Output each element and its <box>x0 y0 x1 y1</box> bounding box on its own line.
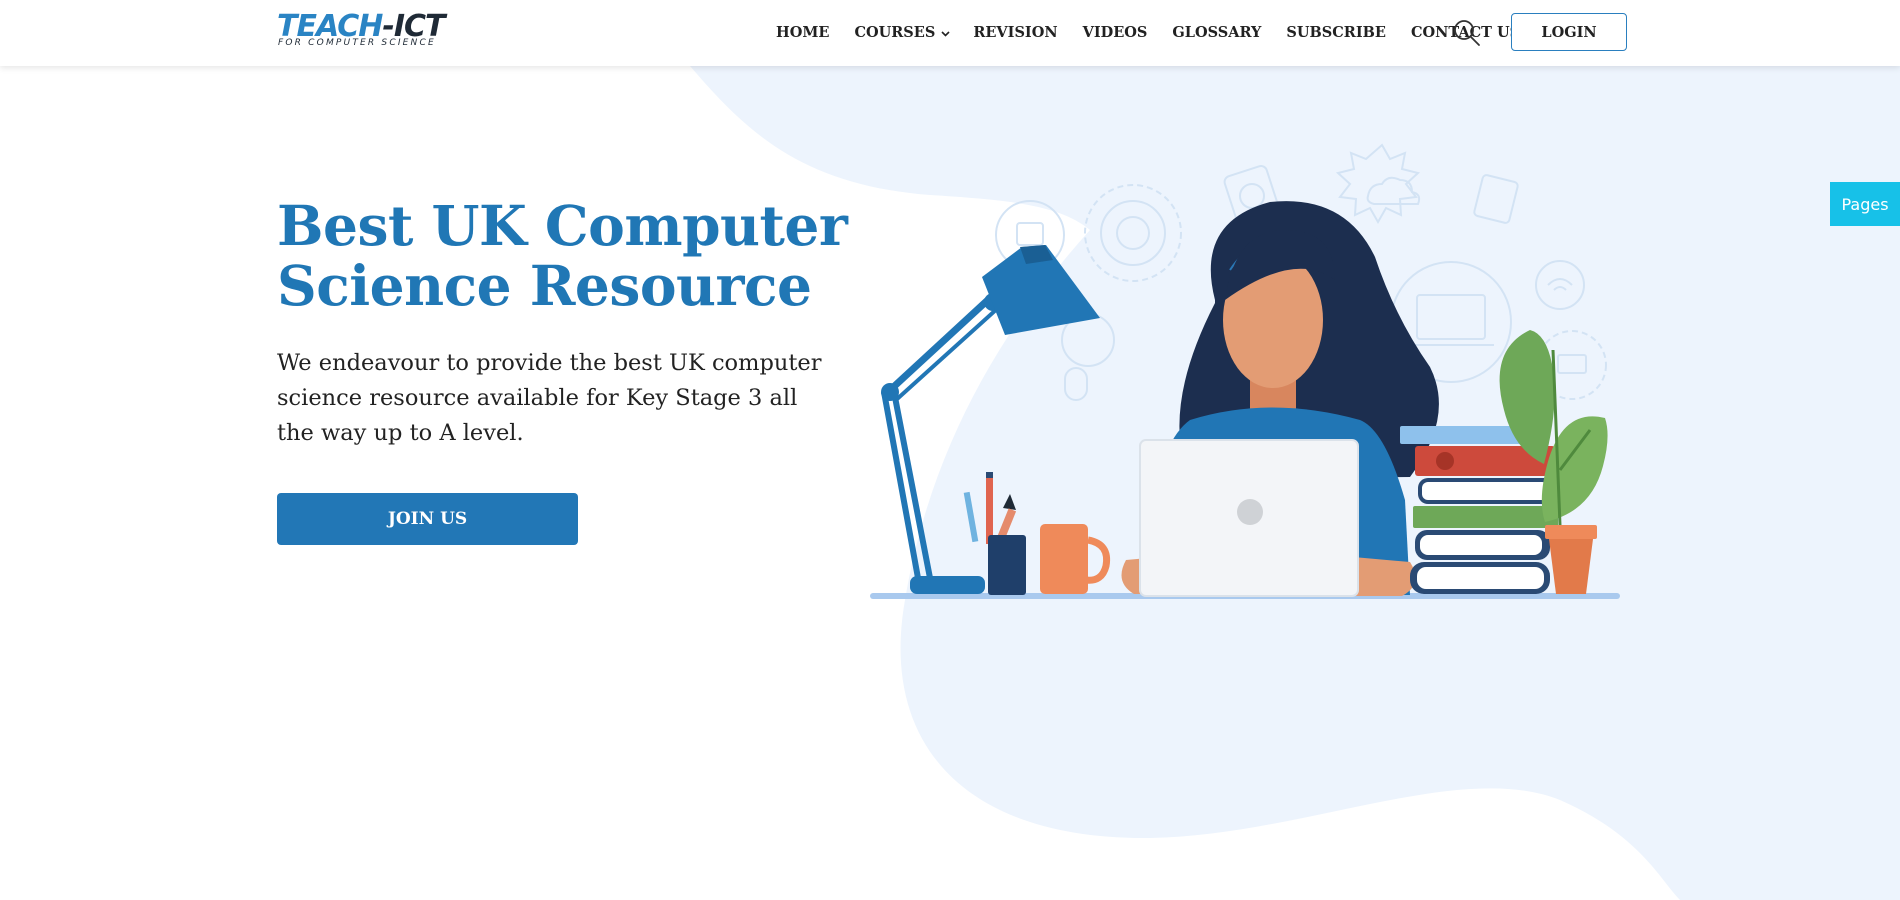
site-header: TEACH-ICT FOR COMPUTER SCIENCE HOME COUR… <box>0 0 1900 66</box>
mug-icon <box>1040 524 1111 594</box>
site-logo[interactable]: TEACH-ICT FOR COMPUTER SCIENCE <box>277 10 447 50</box>
hero-title: Best UK Computer Science Resource <box>277 193 848 318</box>
nav-courses[interactable]: COURSES <box>854 24 950 41</box>
login-button[interactable]: LOGIN <box>1511 13 1627 51</box>
join-us-button[interactable]: JOIN US <box>277 493 578 545</box>
search-icon[interactable] <box>1452 18 1482 48</box>
pages-tab[interactable]: Pages <box>1830 182 1900 226</box>
laptop-icon <box>1139 439 1359 597</box>
nav-videos[interactable]: VIDEOS <box>1083 24 1148 41</box>
logo-tagline: FOR COMPUTER SCIENCE <box>278 38 436 48</box>
hero-illustration <box>870 143 1620 599</box>
main-nav: HOME COURSES REVISION VIDEOS GLOSSARY SU… <box>776 24 1520 41</box>
nav-subscribe[interactable]: SUBSCRIBE <box>1286 24 1386 41</box>
hero-description: We endeavour to provide the best UK comp… <box>277 350 822 446</box>
nav-revision[interactable]: REVISION <box>973 24 1057 41</box>
nav-home[interactable]: HOME <box>776 24 829 41</box>
nav-glossary[interactable]: GLOSSARY <box>1172 24 1261 41</box>
chevron-down-icon <box>941 24 950 41</box>
